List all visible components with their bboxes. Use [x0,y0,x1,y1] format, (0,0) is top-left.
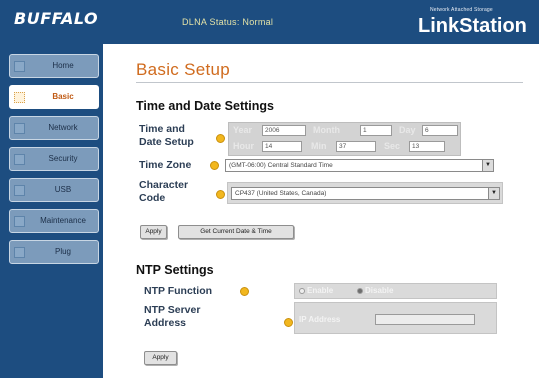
disable-label: Disable [365,286,394,295]
month-input[interactable]: 1 [360,125,392,136]
sidebar-item-label: Maintenance [40,216,86,225]
sidebar-item-security[interactable]: Security [9,147,99,171]
sidebar-item-label: Home [52,61,74,70]
sidebar-item-label: Security [48,154,78,163]
character-code-label: Character Code [139,179,189,204]
day-label: Day [399,125,416,135]
dlna-status: DLNA Status: Normal [182,17,274,27]
sidebar-item-network[interactable]: Network [9,116,99,140]
day-input[interactable]: 6 [422,125,458,136]
buffalo-logo: BUFFALO [14,9,99,28]
header-bar: BUFFALO DLNA Status: Normal Network Atta… [0,0,539,44]
main-content: Basic Setup Time and Date Settings Time … [103,44,539,378]
usb-icon [14,185,25,196]
enable-radio[interactable] [299,288,305,294]
chevron-down-icon: ▼ [488,188,499,199]
ip-address-label: IP Address [299,315,341,324]
plug-icon [14,247,25,258]
time-zone-label: Time Zone [139,159,192,171]
sidebar-item-plug[interactable]: Plug [9,240,99,264]
ntp-server-address-label: NTP Server Address [144,304,201,329]
sidebar-nav: Home Basic Network Security USB Maintena… [0,44,103,378]
info-icon[interactable] [216,190,225,199]
min-label: Min [311,141,327,151]
month-label: Month [313,125,340,135]
ntp-server-panel: IP Address [294,302,497,334]
ntp-apply-button[interactable]: Apply [144,351,177,365]
info-icon[interactable] [216,134,225,143]
brand-tagline: Network Attached Storage [430,7,493,13]
time-date-setup-label: Time and Date Setup [139,123,194,148]
min-input[interactable]: 37 [336,141,376,152]
info-icon[interactable] [284,318,293,327]
disable-radio[interactable] [357,288,363,294]
year-input[interactable]: 2006 [262,125,306,136]
home-icon [14,61,25,72]
page-title: Basic Setup [136,60,231,79]
network-icon [14,123,25,134]
basic-icon [14,92,25,103]
ntp-section-title: NTP Settings [136,263,214,277]
info-icon[interactable] [240,287,249,296]
character-code-value: CP437 (United States, Canada) [235,190,327,197]
sidebar-item-usb[interactable]: USB [9,178,99,202]
character-code-select[interactable]: CP437 (United States, Canada) ▼ [231,187,500,200]
sidebar-item-basic[interactable]: Basic [9,85,99,109]
ntp-function-panel: Enable Disable [294,283,497,299]
sidebar-item-label: Basic [52,92,74,101]
sidebar-item-label: USB [54,185,72,194]
ip-address-input[interactable] [375,314,475,325]
chevron-down-icon: ▼ [482,160,493,171]
enable-label: Enable [307,286,334,295]
security-icon [14,154,25,165]
year-label: Year [233,125,253,135]
sidebar-item-label: Plug [54,247,71,256]
time-zone-value: (GMT-06:00) Central Standard Time [229,162,333,169]
maintenance-icon [14,216,25,227]
time-date-section-title: Time and Date Settings [136,99,274,113]
get-current-time-button[interactable]: Get Current Date & Time [178,225,294,239]
sidebar-item-home[interactable]: Home [9,54,99,78]
date-time-panel: Year 2006 Month 1 Day 6 Hour 14 Min 37 S… [228,122,461,156]
hour-label: Hour [233,141,254,151]
title-divider [136,82,523,83]
apply-button[interactable]: Apply [140,225,167,239]
linkstation-logo: LinkStation [418,15,527,37]
time-zone-select[interactable]: (GMT-06:00) Central Standard Time ▼ [225,159,494,172]
hour-input[interactable]: 14 [262,141,302,152]
sec-label: Sec [384,141,401,151]
info-icon[interactable] [210,161,219,170]
sec-input[interactable]: 13 [409,141,445,152]
ntp-function-label: NTP Function [144,285,213,297]
sidebar-item-label: Network [48,123,78,132]
sidebar-item-maintenance[interactable]: Maintenance [9,209,99,233]
